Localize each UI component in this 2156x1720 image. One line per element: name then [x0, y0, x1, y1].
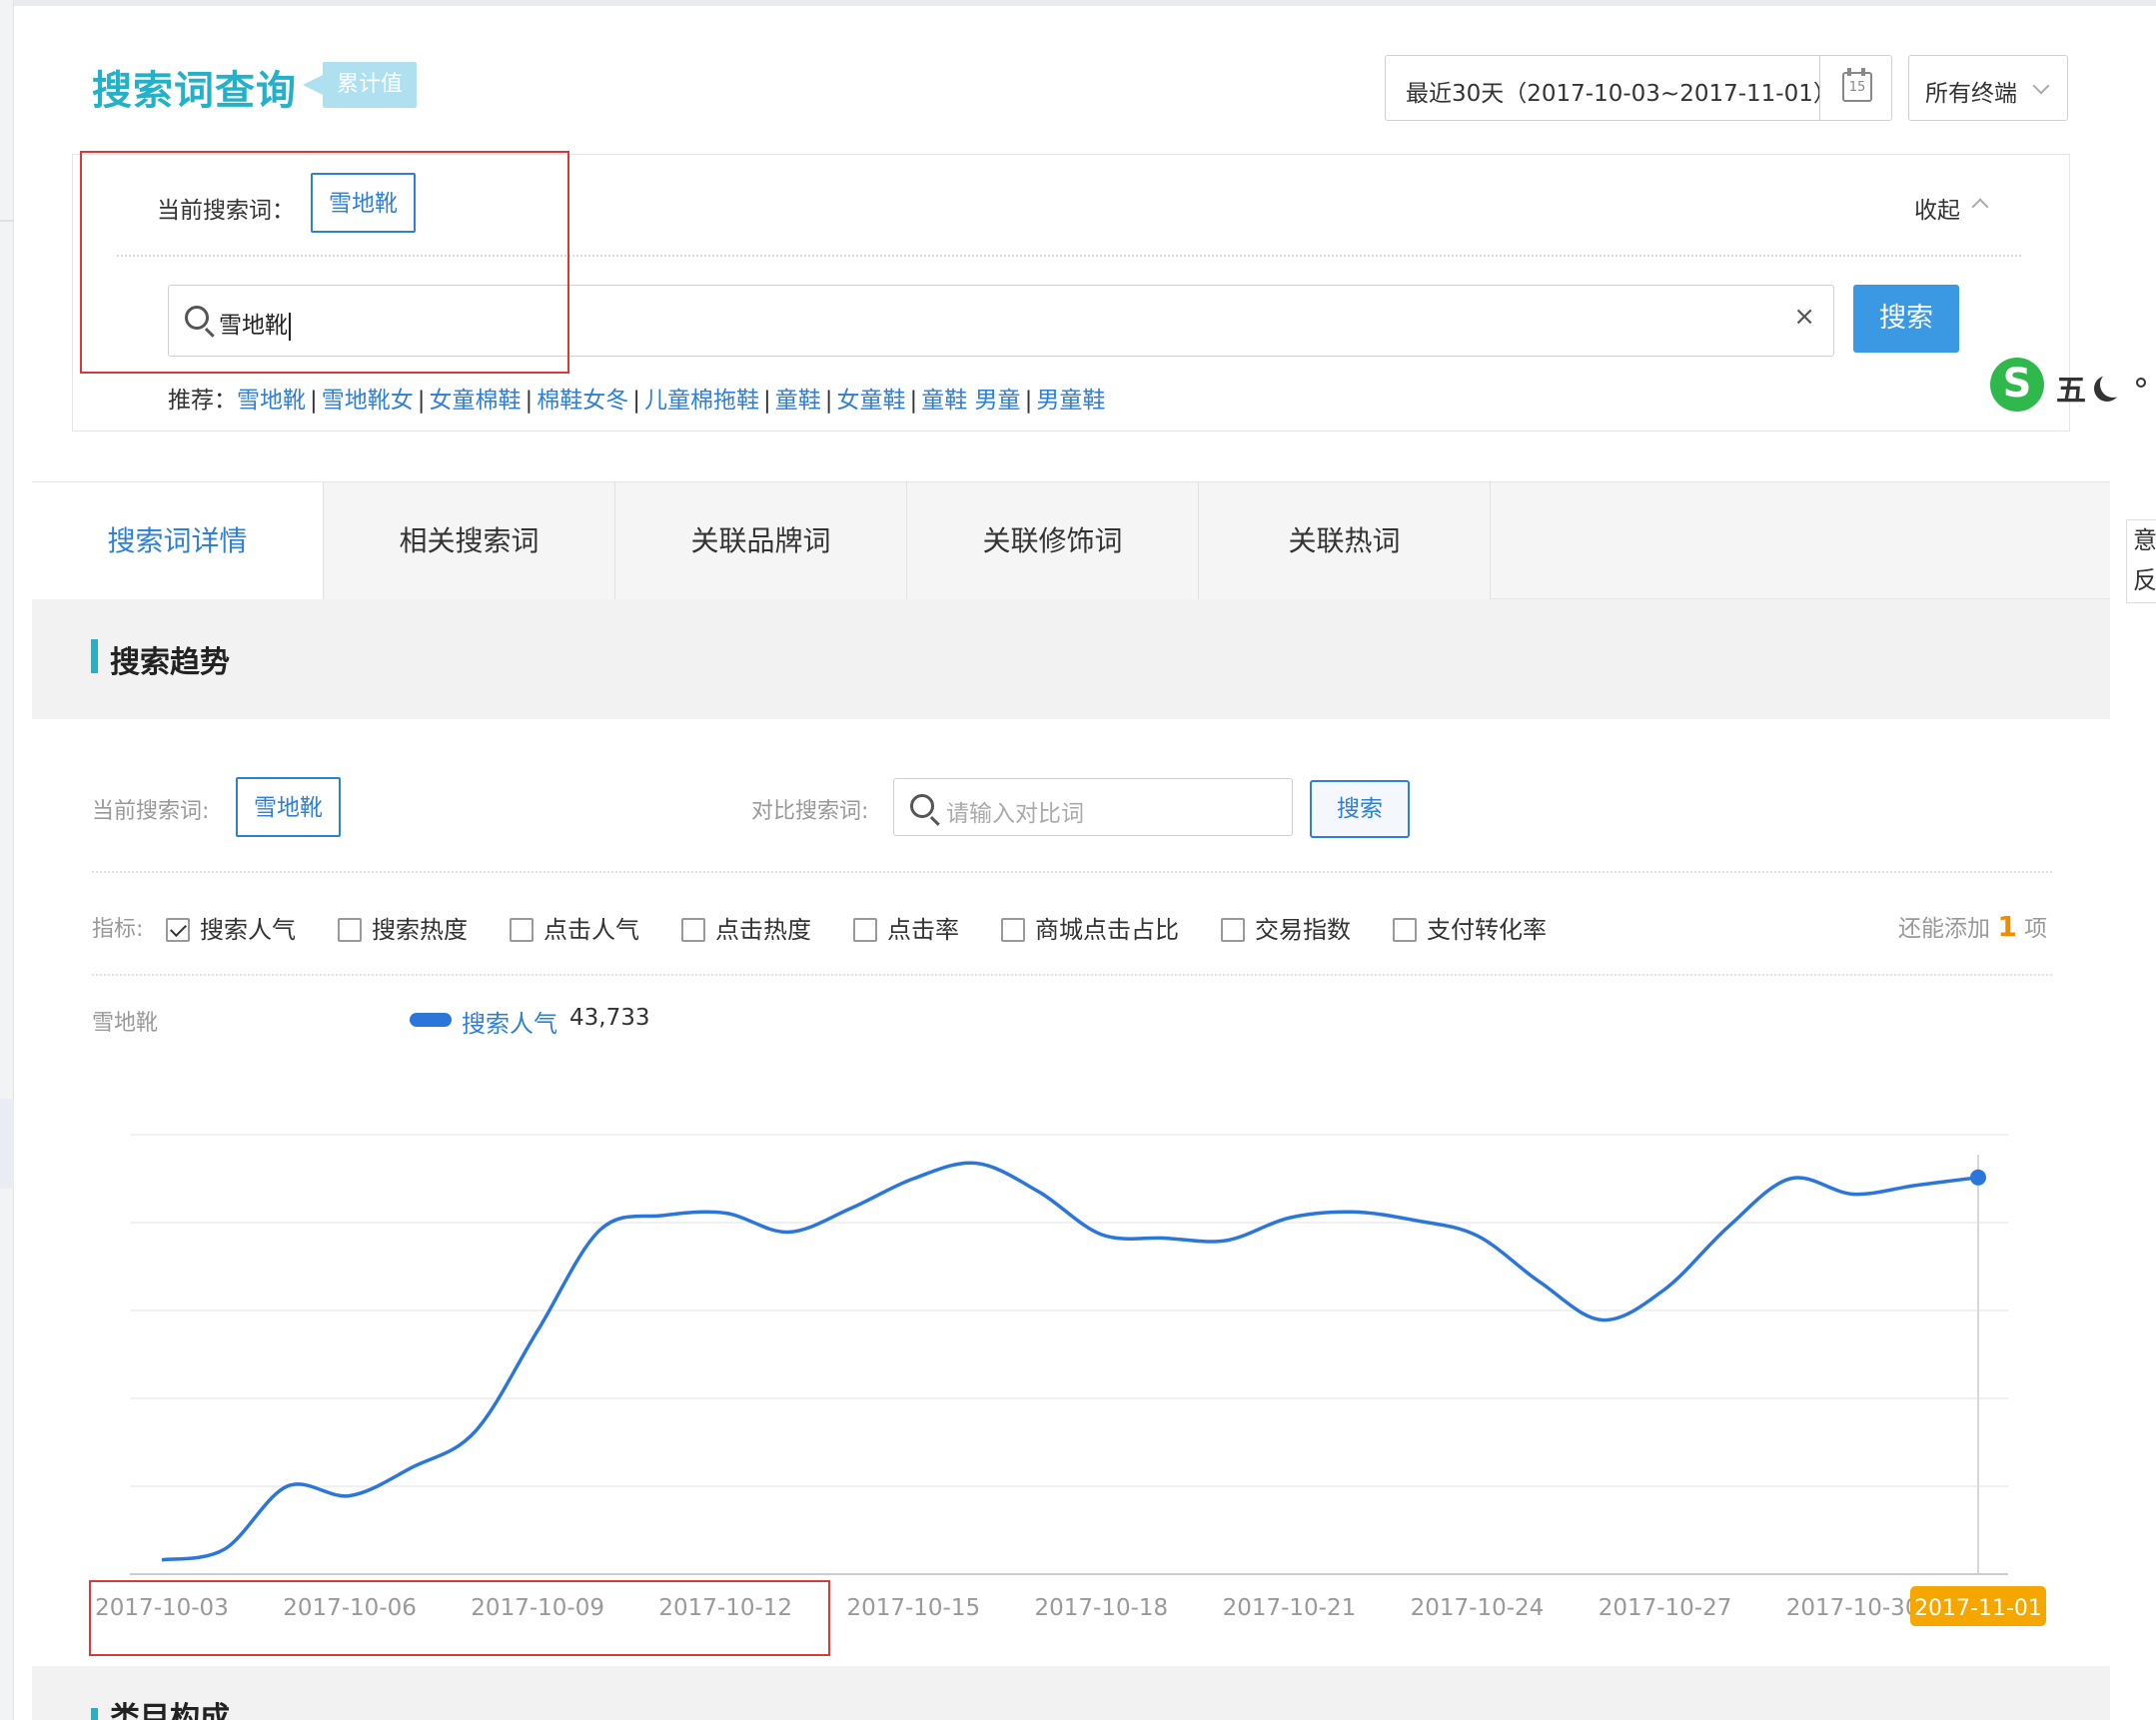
metric-checkbox-search-popularity[interactable]: 搜索人气: [166, 910, 296, 945]
recommend-link[interactable]: 童鞋: [775, 388, 821, 414]
metric-checkbox-trade-index[interactable]: 交易指数: [1221, 910, 1351, 945]
metric-checkbox-pay-conversion[interactable]: 支付转化率: [1393, 910, 1547, 945]
metric-checkbox-ctr[interactable]: 点击率: [853, 910, 959, 945]
trend-current-label: 当前搜索词:: [92, 799, 210, 824]
compare-search-button[interactable]: 搜索: [1310, 780, 1410, 838]
metric-checkbox-click-heat[interactable]: 点击热度: [681, 910, 811, 945]
legend-series-value: 43,733: [569, 1005, 650, 1031]
calendar-icon: 15: [1842, 68, 1872, 102]
x-tick-label: 2017-10-15: [846, 1595, 980, 1621]
next-section-title: 类目构成: [110, 1702, 230, 1720]
x-tick-label: 2017-10-30: [1786, 1595, 1920, 1621]
compare-label: 对比搜索词:: [751, 799, 869, 824]
terminal-select[interactable]: 所有终端: [1908, 55, 2068, 121]
recommend-link[interactable]: 女童鞋: [837, 388, 906, 414]
tab-hot-words[interactable]: 关联热词: [1199, 482, 1491, 600]
chevron-up-icon[interactable]: [1971, 198, 1989, 216]
ime-mode-label: 五: [2056, 374, 2086, 409]
checkbox[interactable]: [681, 918, 705, 942]
checkbox[interactable]: [1221, 918, 1245, 942]
section-header-band: [32, 599, 2110, 719]
page: 搜索词查询 累计值 最近30天（2017-10-03~2017-11-01） 1…: [0, 0, 2156, 1720]
chart-keyword-label: 雪地靴: [92, 1011, 159, 1036]
recommend-link[interactable]: 棉鞋女冬: [537, 388, 628, 414]
recommend-link[interactable]: 雪地靴: [237, 388, 306, 414]
section-accent-bar: [91, 1708, 98, 1720]
section-title: 搜索趋势: [110, 645, 230, 680]
date-range-text: 最近30天（2017-10-03~2017-11-01）: [1406, 81, 1836, 107]
recommend-link[interactable]: 女童棉鞋: [430, 388, 522, 414]
chevron-down-icon: [2032, 77, 2050, 95]
divider: [92, 871, 2052, 873]
feedback-tab[interactable]: 意反: [2126, 519, 2156, 603]
checkbox[interactable]: [1393, 918, 1417, 942]
tab-bar: 搜索词详情 相关搜索词 关联品牌词 关联修饰词 关联热词: [32, 481, 2110, 601]
tab-brand-words[interactable]: 关联品牌词: [615, 482, 907, 600]
calendar-button[interactable]: 15: [1819, 56, 1891, 120]
tab-search-detail[interactable]: 搜索词详情: [32, 482, 324, 601]
metrics-label: 指标:: [92, 917, 144, 942]
metric-checkbox-search-heat[interactable]: 搜索热度: [338, 910, 468, 945]
metric-checkbox-click-popularity[interactable]: 点击人气: [510, 910, 639, 945]
x-tick-label: 2017-10-27: [1599, 1595, 1732, 1621]
search-button[interactable]: 搜索: [1853, 285, 1959, 353]
checkbox[interactable]: [853, 918, 877, 942]
left-gutter: [0, 0, 14, 1720]
checkbox-checked[interactable]: [166, 918, 190, 942]
trend-current-keyword[interactable]: 雪地靴: [236, 777, 341, 837]
data-point-marker[interactable]: [1970, 1169, 1986, 1186]
search-icon: [910, 794, 934, 818]
ime-toolbar[interactable]: S 五: [1986, 354, 2156, 414]
checkbox[interactable]: [510, 918, 534, 942]
add-more-hint: 还能添加 1 项: [1898, 910, 2048, 943]
divider: [92, 974, 2052, 976]
recommend-link[interactable]: 男童鞋: [1036, 388, 1105, 414]
clear-icon[interactable]: ×: [1793, 302, 1815, 332]
ime-logo-icon: S: [1990, 358, 2044, 412]
recommend-link[interactable]: 童鞋 男童: [921, 388, 1020, 414]
terminal-select-value: 所有终端: [1925, 81, 2017, 107]
checkbox[interactable]: [1001, 918, 1025, 942]
recommend-list: 推荐：雪地靴 | 雪地靴女 | 女童棉鞋 | 棉鞋女冬 | 儿童棉拖鞋 | 童鞋 | 女童鞋 | 童鞋 男童…: [168, 388, 1106, 414]
x-tick-label: 2017-11-01: [1914, 1596, 2042, 1621]
next-section-band: [32, 1666, 2110, 1720]
metric-checkbox-mall-click-share[interactable]: 商城点击占比: [1001, 910, 1179, 945]
x-tick-label: 2017-10-24: [1411, 1595, 1545, 1621]
x-tick-label: 2017-10-18: [1035, 1595, 1169, 1621]
legend-series-name[interactable]: 搜索人气: [462, 1004, 557, 1039]
collapse-toggle[interactable]: 收起: [1914, 191, 1960, 225]
date-range-picker[interactable]: 最近30天（2017-10-03~2017-11-01） 15: [1385, 55, 1892, 121]
section-accent-bar: [91, 639, 98, 673]
compare-placeholder: 请输入对比词: [946, 801, 1084, 827]
recommend-link[interactable]: 儿童棉拖鞋: [644, 388, 759, 414]
page-title: 搜索词查询: [92, 68, 297, 114]
recommend-link[interactable]: 雪地靴女: [322, 388, 414, 414]
punctuation-icon: [2136, 378, 2146, 388]
compare-input[interactable]: 请输入对比词: [893, 778, 1293, 836]
recommend-label: 推荐：: [168, 388, 237, 414]
x-tick-label: 2017-10-21: [1223, 1595, 1357, 1621]
tab-related-search[interactable]: 相关搜索词: [324, 482, 615, 600]
cumulative-tag: 累计值: [302, 62, 418, 108]
tab-modifier-words[interactable]: 关联修饰词: [907, 482, 1199, 600]
annotation-box-dates: [89, 1580, 830, 1656]
checkbox[interactable]: [338, 918, 362, 942]
moon-icon: [2100, 372, 2126, 398]
annotation-box-search: [80, 151, 569, 374]
legend-swatch: [410, 1013, 452, 1027]
